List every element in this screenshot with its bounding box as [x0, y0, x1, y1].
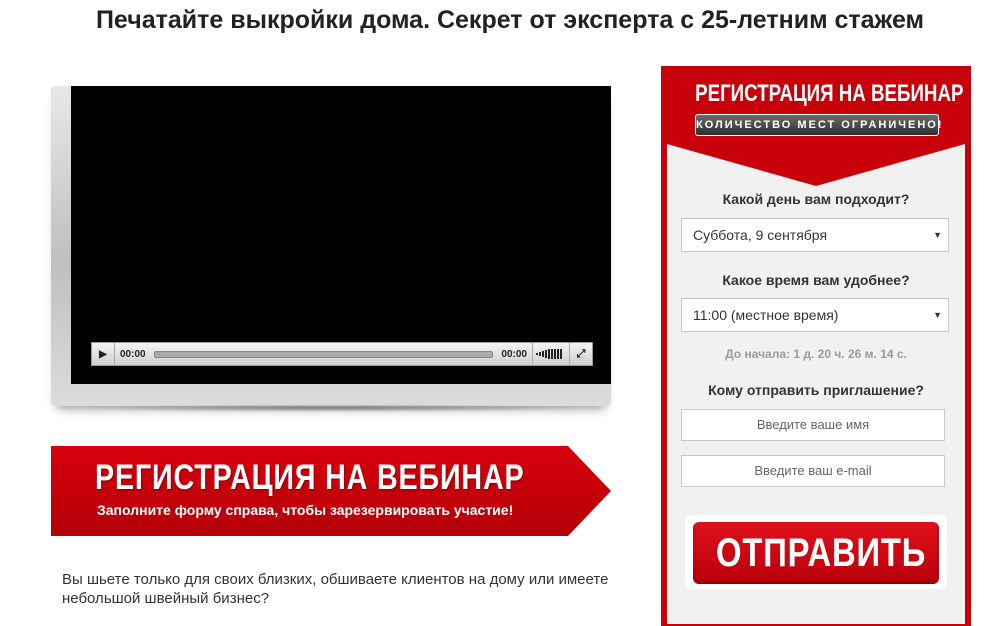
volume-icon[interactable]: [532, 343, 569, 365]
day-label: Какой день вам подходит?: [722, 191, 910, 207]
panel-notch: [667, 144, 965, 186]
email-input[interactable]: Введите ваш e-mail: [681, 455, 945, 487]
time-select[interactable]: 11:00 (местное время) ▼: [681, 298, 949, 332]
day-select[interactable]: Суббота, 9 сентября ▼: [681, 218, 949, 252]
submit-wrapper: ОТПРАВИТЬ: [685, 515, 947, 589]
video-screen[interactable]: [71, 86, 611, 384]
invite-label: Кому отправить приглашение?: [708, 382, 924, 398]
limited-seats-badge: КОЛИЧЕСТВО МЕСТ ОГРАНИЧЕНО!: [695, 114, 942, 136]
countdown-timer: До начала: 1 д. 20 ч. 26 м. 14 с.: [725, 347, 907, 361]
chevron-down-icon: ▼: [933, 310, 942, 320]
play-icon[interactable]: ▶: [92, 343, 115, 365]
video-shadow: [70, 404, 592, 412]
webinar-banner: РЕГИСТРАЦИЯ НА ВЕБИНАР Заполните форму с…: [51, 446, 611, 536]
intro-text: Вы шьете только для своих близких, обшив…: [62, 571, 609, 607]
day-select-value: Суббота, 9 сентября: [693, 227, 828, 243]
total-time: 00:00: [501, 348, 527, 360]
chevron-down-icon: ▼: [933, 230, 942, 240]
current-time: 00:00: [120, 348, 146, 360]
seek-bar[interactable]: [153, 350, 494, 358]
time-select-value: 11:00 (местное время): [693, 307, 839, 323]
submit-label: ОТПРАВИТЬ: [716, 531, 927, 575]
submit-button[interactable]: ОТПРАВИТЬ: [693, 522, 939, 584]
time-label: Какое время вам удобнее?: [722, 272, 910, 288]
name-input[interactable]: Введите ваше имя: [681, 409, 945, 441]
fullscreen-icon[interactable]: ⤢: [569, 343, 592, 365]
form-title: РЕГИСТРАЦИЯ НА ВЕБИНАР: [695, 80, 964, 107]
video-controls: ▶ 00:00 00:00 ⤢: [91, 342, 593, 366]
banner-title: РЕГИСТРАЦИЯ НА ВЕБИНАР: [95, 458, 525, 497]
volume-bars: [536, 349, 562, 359]
video-player: ▶ 00:00 00:00 ⤢: [51, 86, 611, 406]
page-headline: Печатайте выкройки дома. Секрет от экспе…: [95, 6, 925, 34]
banner-subtitle: Заполните форму справа, чтобы зарезервир…: [97, 502, 514, 518]
